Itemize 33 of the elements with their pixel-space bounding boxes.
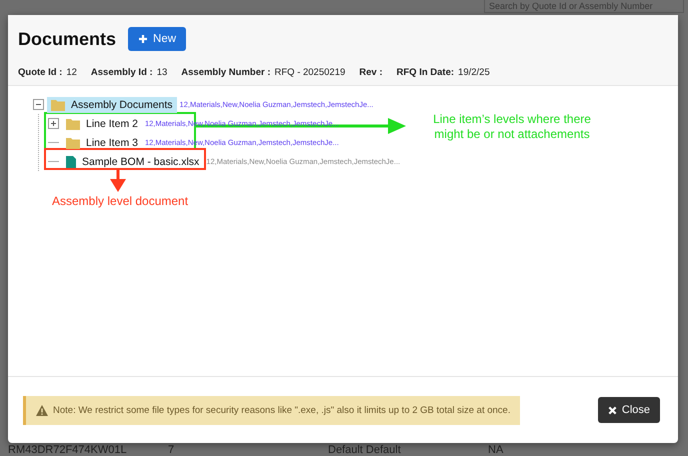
field-label: Assembly Number :: [181, 67, 270, 78]
field-value: RFQ - 20250219: [274, 67, 346, 78]
field-label: Rev :: [359, 67, 382, 78]
close-button[interactable]: Close: [598, 397, 660, 423]
folder-icon: [66, 118, 80, 130]
folder-icon: [51, 98, 65, 110]
field-label: RFQ In Date:: [396, 67, 454, 78]
plus-icon: [138, 34, 148, 44]
annotation-text: Line item’s levels where there might be or not attachements: [432, 112, 592, 142]
file-icon: [66, 156, 76, 168]
table-cell-text: Default Default: [328, 444, 402, 456]
warning-icon: [36, 404, 48, 416]
new-button[interactable]: New: [128, 27, 186, 51]
close-icon: [608, 406, 617, 414]
arrow: [110, 170, 126, 192]
table-cell-text: NA: [488, 444, 504, 456]
dialog-title: Documents: [18, 28, 116, 50]
table-cell-text: RM43DR72F474KW01L: [8, 444, 128, 456]
folder-icon: [66, 136, 80, 148]
expand-icon[interactable]: [48, 118, 59, 129]
field-label: Quote Id :: [18, 67, 62, 78]
tree-node[interactable]: Line Item 2: [62, 116, 142, 132]
tree-node[interactable]: Sample BOM - basic.xlsx: [62, 154, 204, 170]
table-cell-text: 7: [168, 444, 176, 456]
field-value: 19/2/25: [458, 67, 490, 78]
field-value: 12: [66, 67, 77, 78]
tree-node[interactable]: Assembly Documents: [47, 96, 177, 112]
field-label: Assembly Id :: [90, 67, 153, 78]
annotation-text: Assembly level document: [52, 194, 188, 208]
tree-node[interactable]: Line Item 3: [62, 134, 142, 150]
note-text: Note: We restrict some file types for security reasons like ".exe, .js" also it limits up to 2 GB total size at once.: [53, 404, 510, 416]
collapse-icon[interactable]: [33, 99, 44, 110]
field-value: 13: [156, 67, 168, 78]
